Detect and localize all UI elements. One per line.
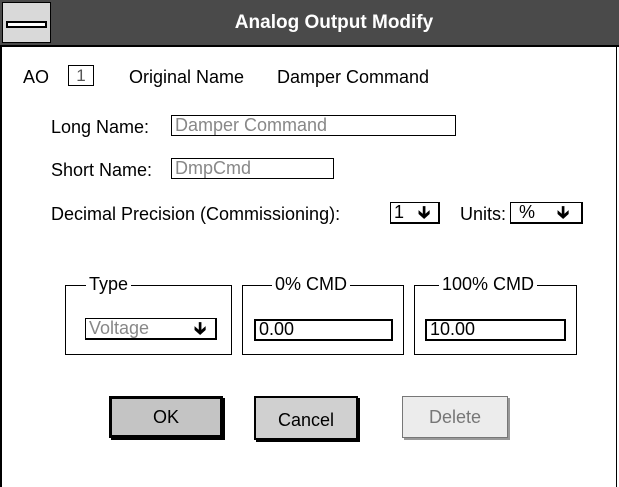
units-value: % [519,202,536,222]
type-dropdown[interactable]: Voltage 🡳 [85,318,217,340]
down-arrow-icon: 🡳 [194,319,207,338]
cmd0-group-label: 0% CMD [272,274,351,294]
short-name-input[interactable]: DmpCmd [171,158,334,179]
ao-number-field: 1 [68,65,94,86]
type-value: Voltage [89,318,150,338]
units-dropdown[interactable]: % 🡳 [510,202,583,224]
original-name-value: Damper Command [277,67,430,87]
decimal-precision-dropdown[interactable]: 1 🡳 [390,202,440,224]
long-name-label: Long Name: [51,117,150,137]
cancel-button[interactable]: Cancel [254,396,358,440]
type-group-label: Type [86,274,132,294]
cmd100-input[interactable]: 10.00 [425,319,566,341]
cmd100-group-label: 100% CMD [439,274,538,294]
ok-button[interactable]: OK [109,396,223,438]
down-arrow-icon: 🡳 [557,203,570,222]
decimal-precision-label: Decimal Precision (Commissioning): [51,204,341,224]
original-name-label: Original Name [129,67,245,87]
long-name-input[interactable]: Damper Command [171,115,456,136]
units-label: Units: [460,204,507,224]
window-title: Analog Output Modify [234,12,434,33]
system-menu-icon[interactable] [2,2,51,43]
short-name-label: Short Name: [51,160,153,180]
down-arrow-icon: 🡳 [418,203,431,222]
title-bar: Analog Output Modify [0,0,619,47]
ao-label: AO [23,67,50,87]
decimal-precision-value: 1 [394,202,405,222]
delete-button[interactable]: Delete [402,396,508,438]
cmd0-input[interactable]: 0.00 [254,319,393,341]
